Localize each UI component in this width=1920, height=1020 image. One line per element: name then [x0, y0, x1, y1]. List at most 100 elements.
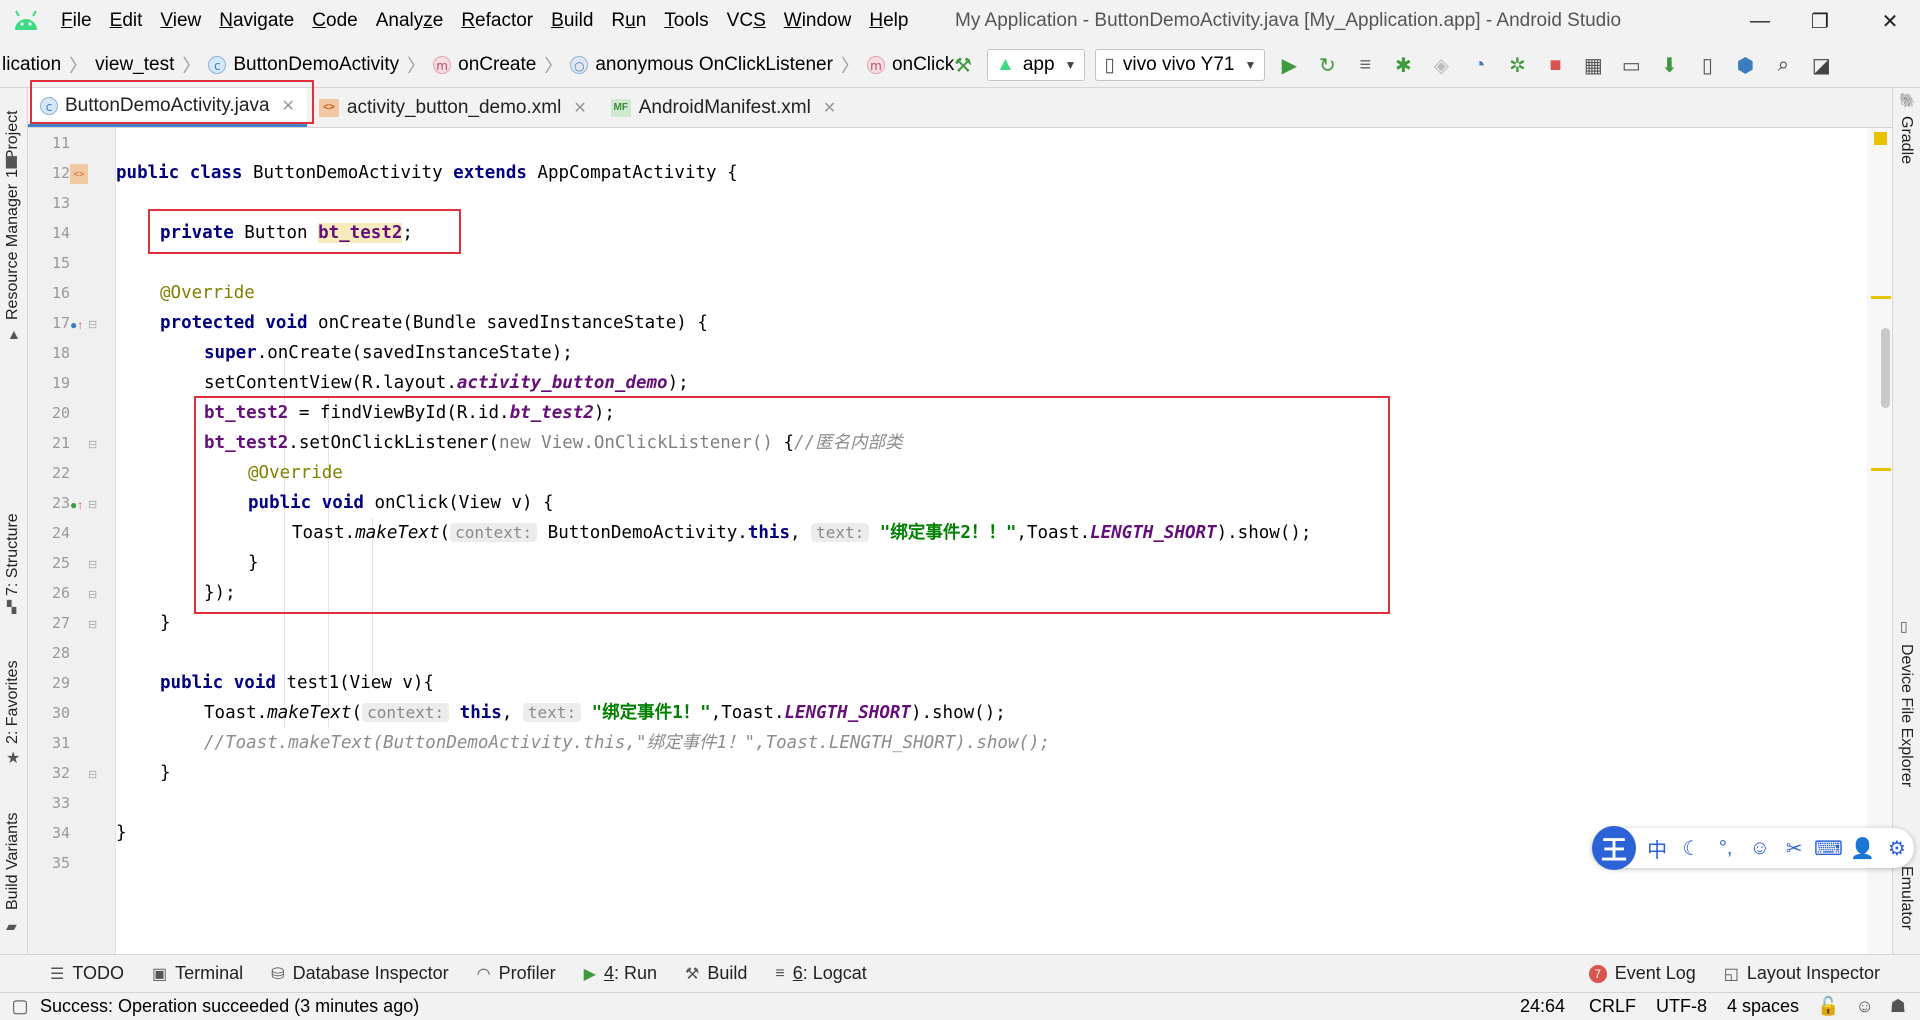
- tool-event-log[interactable]: 7 Event Log: [1575, 963, 1710, 984]
- ime-emoji-icon[interactable]: ☺: [1743, 837, 1777, 860]
- warning-stripe[interactable]: [1871, 468, 1891, 471]
- fold-icon[interactable]: ⊟: [88, 558, 97, 571]
- menu-tools[interactable]: Tools: [655, 0, 717, 42]
- ime-punctuation-icon[interactable]: °,: [1709, 837, 1743, 860]
- ime-chinese-mode-icon[interactable]: 中: [1640, 834, 1674, 863]
- sync-icon[interactable]: ⬢: [1730, 48, 1760, 82]
- project-structure-icon[interactable]: ▦: [1578, 48, 1608, 82]
- fold-icon[interactable]: ⊟: [88, 498, 97, 511]
- tool-layout-inspector[interactable]: ◱ Layout Inspector: [1710, 963, 1920, 984]
- class-icon: c: [208, 55, 227, 74]
- tool-window-device-file-explorer[interactable]: Device File Explorer: [1897, 644, 1915, 787]
- menu-window[interactable]: Window: [775, 0, 861, 42]
- ime-toolbar[interactable]: 王 中 ☾ °, ☺ ✂ ⌨ 👤 ⚙: [1592, 826, 1914, 870]
- maximize-button[interactable]: ❐: [1790, 0, 1850, 42]
- search-icon[interactable]: ⌕: [1768, 48, 1798, 82]
- breadcrumb-anonymous-class[interactable]: ○ anonymous OnClickListener: [568, 54, 835, 76]
- tool-window-build-variants[interactable]: Build Variants: [4, 812, 22, 910]
- menu-refactor[interactable]: Refactor: [452, 0, 542, 42]
- menu-analyze[interactable]: Analyze: [367, 0, 453, 42]
- theme-icon[interactable]: ◪: [1806, 48, 1836, 82]
- caret-position[interactable]: 24:64: [1506, 996, 1579, 1017]
- hector-icon[interactable]: ☗: [1882, 996, 1920, 1017]
- run-config-select[interactable]: ▲ app ▼: [987, 49, 1086, 81]
- tool-build[interactable]: ⚒ Build: [671, 963, 761, 984]
- debug-icon[interactable]: ✱: [1388, 48, 1418, 82]
- menu-build[interactable]: Build: [542, 0, 602, 42]
- close-window-button[interactable]: ✕: [1860, 0, 1920, 42]
- menu-navigate[interactable]: Navigate: [210, 0, 303, 42]
- status-message[interactable]: Success: Operation succeeded (3 minutes …: [40, 996, 419, 1017]
- menu-vcs[interactable]: VCS: [718, 0, 775, 42]
- fold-icon[interactable]: ⊟: [88, 438, 97, 451]
- warning-stripe[interactable]: [1871, 296, 1891, 299]
- fold-icon[interactable]: ⊟: [88, 618, 97, 631]
- sdk-manager-icon[interactable]: ⬇: [1654, 48, 1684, 82]
- lock-icon[interactable]: 🔓: [1809, 996, 1847, 1017]
- minimize-button[interactable]: —: [1730, 0, 1790, 42]
- hammer-icon[interactable]: ⚒: [948, 48, 978, 82]
- ime-user-icon[interactable]: 👤: [1846, 836, 1880, 861]
- menu-code[interactable]: Code: [303, 0, 366, 42]
- breadcrumb-package[interactable]: view_test: [93, 54, 176, 76]
- fold-icon[interactable]: ⊟: [88, 588, 97, 601]
- tool-window-gradle[interactable]: Gradle: [1897, 116, 1915, 164]
- layout-preview-icon[interactable]: <>: [70, 164, 88, 184]
- implement-marker-icon[interactable]: ●↑: [70, 498, 83, 512]
- code-line-16: @Override: [160, 283, 255, 303]
- profile-icon[interactable]: ◔: [1464, 48, 1494, 82]
- menu-help[interactable]: Help: [860, 0, 917, 42]
- close-icon[interactable]: ✕: [823, 98, 836, 118]
- tool-window-emulator[interactable]: Emulator: [1897, 866, 1915, 930]
- indent-setting[interactable]: 4 spaces: [1717, 996, 1809, 1017]
- ime-keyboard-icon[interactable]: ⌨: [1811, 836, 1845, 861]
- tab-androidmanifest-xml[interactable]: MF AndroidManifest.xml ✕: [599, 88, 849, 127]
- menu-edit[interactable]: Edit: [101, 0, 152, 42]
- tool-window-favorites[interactable]: 2: Favorites: [4, 660, 22, 744]
- avd-manager-icon[interactable]: ▭: [1616, 48, 1646, 82]
- tab-activity-button-demo-xml[interactable]: <> activity_button_demo.xml ✕: [307, 88, 599, 127]
- ime-logo[interactable]: 王: [1592, 826, 1636, 870]
- event-log-count-badge: 7: [1588, 964, 1607, 983]
- breadcrumb-class[interactable]: c ButtonDemoActivity: [206, 54, 401, 76]
- tool-window-structure[interactable]: 7: Structure: [4, 513, 22, 596]
- device-select[interactable]: ▯ vivo vivo Y71 ▼: [1095, 49, 1266, 81]
- tool-window-resource-manager[interactable]: Resource Manager: [4, 184, 22, 320]
- stop-icon[interactable]: ■: [1540, 48, 1570, 82]
- fold-icon[interactable]: ⊟: [88, 318, 97, 331]
- ime-moon-icon[interactable]: ☾: [1674, 836, 1708, 861]
- override-marker-icon[interactable]: ●↑: [70, 318, 83, 332]
- menu-file[interactable]: File: [52, 0, 101, 42]
- run-icon[interactable]: ▶: [1274, 48, 1304, 82]
- tool-database-inspector[interactable]: ⛁ Database Inspector: [257, 963, 463, 984]
- structure-icon: ▚: [7, 600, 17, 614]
- status-panel-toggle-icon[interactable]: ▢: [0, 996, 40, 1017]
- scroll-thumb[interactable]: [1881, 328, 1890, 408]
- menu-run[interactable]: Run: [602, 0, 655, 42]
- line-separator[interactable]: CRLF: [1579, 996, 1646, 1017]
- tool-terminal[interactable]: ▣ Terminal: [138, 963, 257, 984]
- inspection-status-icon[interactable]: [1874, 132, 1887, 145]
- smile-icon[interactable]: ☺: [1847, 996, 1881, 1017]
- menu-view[interactable]: View: [151, 0, 210, 42]
- fold-icon[interactable]: ⊟: [88, 768, 97, 781]
- tool-logcat[interactable]: ≡ 6: Logcat: [761, 963, 880, 984]
- apply-code-changes-icon[interactable]: ≡: [1350, 48, 1380, 82]
- breadcrumb-method-onclick[interactable]: m onClick: [865, 54, 956, 76]
- file-encoding[interactable]: UTF-8: [1646, 996, 1717, 1017]
- close-icon[interactable]: ✕: [573, 98, 586, 118]
- line-number: 21: [51, 434, 70, 452]
- attach-debugger-icon[interactable]: ◈: [1426, 48, 1456, 82]
- breadcrumb-module[interactable]: lication: [0, 54, 63, 76]
- tool-todo[interactable]: ☰ TODO: [36, 963, 138, 984]
- attach-profiler-icon[interactable]: ✲: [1502, 48, 1532, 82]
- tool-run[interactable]: ▶ 4: Run: [570, 963, 671, 984]
- ime-settings-icon[interactable]: ⚙: [1880, 836, 1914, 861]
- tool-profiler[interactable]: ◠ Profiler: [463, 963, 570, 984]
- ime-scissors-icon[interactable]: ✂: [1777, 836, 1811, 861]
- apply-changes-icon[interactable]: ↻: [1312, 48, 1342, 82]
- device-manager-icon[interactable]: ▯: [1692, 48, 1722, 82]
- line-number: 19: [51, 374, 70, 392]
- breadcrumb-method-oncreate[interactable]: m onCreate: [431, 54, 538, 76]
- anonymous-class-icon: ○: [570, 55, 589, 74]
